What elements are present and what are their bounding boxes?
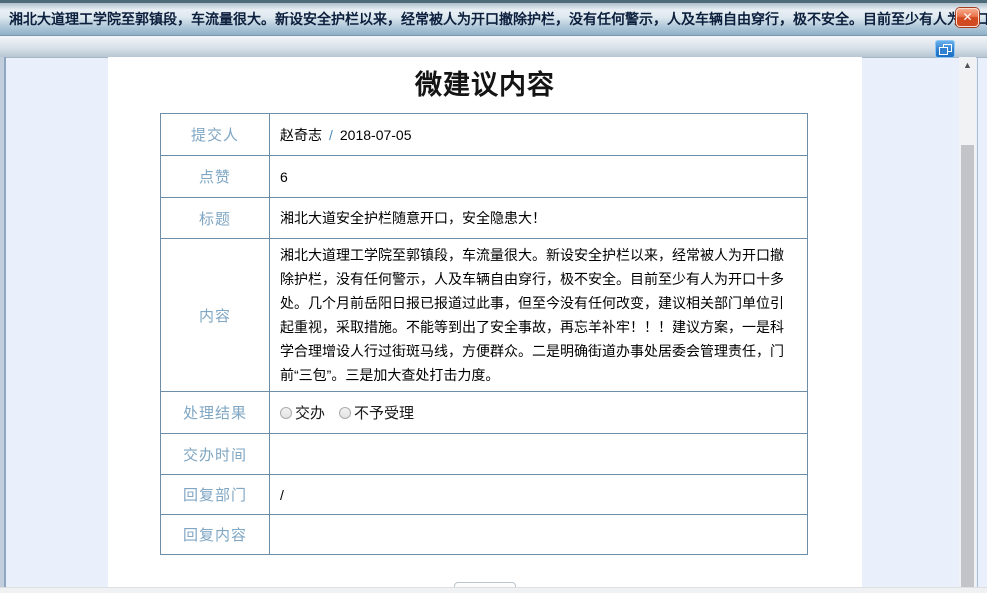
scrollbar-thumb[interactable]: [961, 145, 974, 588]
submitter-label: 提交人: [161, 114, 270, 156]
content-panel: 微建议内容 提交人 赵奇志/2018-07-05 点赞 6 标题 湘北大道安全护…: [108, 57, 862, 588]
reply-content-value: [270, 515, 808, 555]
radio-icon[interactable]: [280, 407, 292, 419]
suggestion-detail-table: 提交人 赵奇志/2018-07-05 点赞 6 标题 湘北大道安全护栏随意开口，…: [160, 113, 808, 555]
assign-time-value: [270, 434, 808, 475]
radio-option-label: 交办: [295, 402, 325, 423]
table-row-result: 处理结果 交办 不予受理: [161, 392, 808, 434]
table-row-content: 内容 湘北大道理工学院至郭镇段，车流量很大。新设安全护栏以来，经常被人为开口撤除…: [161, 239, 808, 392]
title-value: 湘北大道安全护栏随意开口，安全隐患大！: [270, 198, 808, 239]
radio-icon[interactable]: [339, 407, 351, 419]
table-row-reply-content: 回复内容: [161, 515, 808, 555]
content-value: 湘北大道理工学院至郭镇段，车流量很大。新设安全护栏以来，经常被人为开口撤除护栏，…: [270, 239, 808, 392]
radio-option-reject[interactable]: 不予受理: [339, 402, 414, 423]
result-label: 处理结果: [161, 392, 270, 434]
dialog-window: 湘北大道理工学院至郭镇段，车流量很大。新设安全护栏以来，经常被人为开口撤除护栏，…: [0, 0, 987, 593]
table-row-reply-dept: 回复部门 /: [161, 475, 808, 515]
restore-icon: [936, 41, 954, 57]
reply-dept-label: 回复部门: [161, 475, 270, 515]
right-frame-line: [977, 57, 978, 588]
table-row-title: 标题 湘北大道安全护栏随意开口，安全隐患大！: [161, 198, 808, 239]
vertical-scrollbar[interactable]: ▲: [959, 57, 976, 588]
radio-option-assign[interactable]: 交办: [280, 402, 325, 423]
reply-content-label: 回复内容: [161, 515, 270, 555]
table-row-likes: 点赞 6: [161, 156, 808, 198]
page-title: 微建议内容: [108, 63, 862, 102]
scroll-up-icon[interactable]: ▲: [959, 57, 976, 73]
submitter-separator: /: [322, 127, 340, 143]
content-label: 内容: [161, 239, 270, 392]
bottom-strip: [0, 587, 987, 593]
dialog-titlebar: 湘北大道理工学院至郭镇段，车流量很大。新设安全护栏以来，经常被人为开口撤除护栏，…: [0, 0, 987, 36]
submitter-value: 赵奇志/2018-07-05: [270, 114, 808, 156]
dialog-title-text: 湘北大道理工学院至郭镇段，车流量很大。新设安全护栏以来，经常被人为开口撤除护栏，…: [0, 9, 987, 29]
toolbar-strip: [0, 36, 987, 58]
close-icon[interactable]: ✕: [956, 8, 979, 27]
restore-window-button[interactable]: [935, 40, 955, 58]
title-label: 标题: [161, 198, 270, 239]
submitter-name: 赵奇志: [280, 127, 322, 143]
table-row-assign-time: 交办时间: [161, 434, 808, 475]
reply-dept-value: /: [270, 475, 808, 515]
likes-label: 点赞: [161, 156, 270, 198]
left-frame-edge: [0, 57, 6, 593]
assign-time-label: 交办时间: [161, 434, 270, 475]
likes-value: 6: [270, 156, 808, 198]
result-radio-group: 交办 不予受理: [280, 402, 797, 423]
table-row-submitter: 提交人 赵奇志/2018-07-05: [161, 114, 808, 156]
submit-date: 2018-07-05: [340, 127, 412, 143]
radio-option-label: 不予受理: [354, 402, 414, 423]
